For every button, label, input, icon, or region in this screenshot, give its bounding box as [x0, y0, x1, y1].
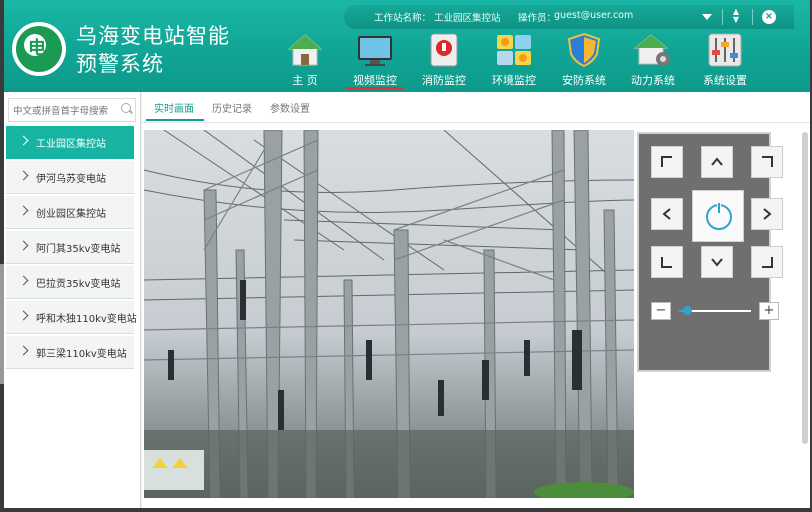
- nav-environment-monitor[interactable]: 环境监控: [481, 32, 547, 90]
- sidebar-item-station[interactable]: 创业园区集控站: [6, 196, 134, 229]
- active-nav-indicator: [346, 87, 404, 90]
- nav-fire-monitor-label: 消防监控: [422, 74, 466, 87]
- scrollbar-thumb[interactable]: [802, 132, 808, 444]
- power-house-icon: [633, 32, 672, 68]
- nav-home[interactable]: 主 页: [272, 32, 338, 90]
- pan-up-button[interactable]: [701, 146, 733, 178]
- user-dropdown-icon[interactable]: [702, 14, 712, 20]
- nav-settings-label: 系统设置: [703, 74, 747, 87]
- view-tabs: 实时画面 历史记录 参数设置: [142, 92, 810, 123]
- nav-power-label: 动力系统: [631, 74, 675, 87]
- logo-mark: 电: [28, 38, 46, 59]
- zoom-slider-handle[interactable]: [682, 306, 692, 315]
- station-sidebar: 工业园区集控站 伊河乌苏变电站 创业园区集控站 阿门其35kv变电站 巴拉贡35…: [4, 92, 141, 508]
- top-info-bar: 工作站名称： 工业园区集控站 操作员： guest@user.com ▲ ▼ ×: [344, 5, 794, 29]
- nav-power[interactable]: 动力系统: [620, 32, 686, 90]
- sidebar-item-label: 郭三梁110kv变电站: [36, 349, 127, 360]
- sidebar-item-station[interactable]: 工业园区集控站: [6, 126, 134, 159]
- station-value: 工业园区集控站: [434, 13, 501, 24]
- search-icon[interactable]: [121, 103, 131, 113]
- ptz-control-panel: − +: [637, 132, 783, 372]
- zoom-slider[interactable]: [679, 306, 751, 315]
- sidebar-item-station[interactable]: 伊河乌苏变电站: [6, 161, 134, 194]
- shield-icon: [565, 32, 603, 68]
- chevron-right-icon: [18, 240, 29, 251]
- active-tab-indicator: [146, 119, 204, 121]
- header-bar: 电 乌海变电站智能 预警系统 工作站名称： 工业园区集控站 操作员： guest…: [4, 0, 810, 92]
- zoom-control: − +: [651, 300, 785, 324]
- nav-video-monitor[interactable]: 视频监控: [342, 32, 408, 90]
- monitor-icon: [356, 32, 394, 68]
- operator-value: guest@user.com: [554, 10, 634, 21]
- nav-security[interactable]: 安防系统: [551, 32, 617, 90]
- weather-icon: [495, 32, 533, 68]
- nav-environment-monitor-label: 环境监控: [492, 74, 536, 87]
- ptz-home-button[interactable]: [692, 190, 744, 242]
- chevron-right-icon: [18, 275, 29, 286]
- vertical-scrollbar[interactable]: [802, 132, 808, 444]
- sidebar-item-label: 呼和木独110kv变电站: [36, 314, 137, 325]
- sidebar-item-station[interactable]: 巴拉贡35kv变电站: [6, 266, 134, 299]
- app-window: 电 乌海变电站智能 预警系统 工作站名称： 工业园区集控站 操作员： guest…: [4, 0, 810, 508]
- close-icon[interactable]: ×: [762, 10, 776, 24]
- chevron-right-icon: [18, 170, 29, 181]
- tab-history[interactable]: 历史记录: [212, 100, 252, 115]
- chevron-right-icon: [18, 135, 29, 146]
- company-logo: 电: [12, 22, 66, 76]
- station-label: 工作站名称：: [374, 13, 432, 24]
- pan-left-button[interactable]: [651, 198, 683, 230]
- nav-home-label: 主 页: [292, 74, 318, 87]
- chevron-right-icon: [18, 310, 29, 321]
- sidebar-item-station[interactable]: 郭三梁110kv变电站: [6, 336, 134, 369]
- window-toggle-icon[interactable]: ▲ ▼: [730, 8, 742, 26]
- fire-alarm-icon: [425, 32, 463, 68]
- home-icon: [286, 32, 324, 68]
- pan-right-button[interactable]: [751, 198, 783, 230]
- nav-video-monitor-label: 视频监控: [353, 74, 397, 87]
- live-video-feed[interactable]: [144, 130, 634, 498]
- app-title-line1: 乌海变电站智能: [76, 24, 230, 48]
- divider: [752, 9, 753, 25]
- power-icon: [706, 202, 732, 230]
- main-panel: 实时画面 历史记录 参数设置 − +: [142, 92, 810, 508]
- sidebar-item-station[interactable]: 阿门其35kv变电站: [6, 231, 134, 264]
- sidebar-item-label: 工业园区集控站: [36, 139, 106, 150]
- app-title-line2: 预警系统: [76, 52, 164, 76]
- chevron-right-icon: [18, 345, 29, 356]
- sidebar-item-label: 阿门其35kv变电站: [36, 244, 121, 255]
- pan-up-right-button[interactable]: [751, 146, 783, 178]
- operator-label: 操作员：: [518, 13, 557, 24]
- sliders-icon: [706, 32, 744, 68]
- app-title: 乌海变电站智能 预警系统: [76, 22, 230, 78]
- substation-camera-image: [144, 130, 634, 498]
- sidebar-item-label: 创业园区集控站: [36, 209, 106, 220]
- chevron-right-icon: [18, 205, 29, 216]
- tab-parameters[interactable]: 参数设置: [270, 100, 310, 115]
- pan-down-right-button[interactable]: [751, 246, 783, 278]
- sidebar-item-label: 巴拉贡35kv变电站: [36, 279, 121, 290]
- zoom-in-button[interactable]: +: [759, 302, 779, 320]
- nav-fire-monitor[interactable]: 消防监控: [411, 32, 477, 90]
- zoom-out-button[interactable]: −: [651, 302, 671, 320]
- pan-up-left-button[interactable]: [651, 146, 683, 178]
- sidebar-item-label: 伊河乌苏变电站: [36, 174, 106, 185]
- nav-settings[interactable]: 系统设置: [692, 32, 758, 90]
- sidebar-item-station[interactable]: 呼和木独110kv变电站: [6, 301, 137, 334]
- nav-security-label: 安防系统: [562, 74, 606, 87]
- station-search: [8, 98, 136, 122]
- pan-down-left-button[interactable]: [651, 246, 683, 278]
- pan-down-button[interactable]: [701, 246, 733, 278]
- station-search-input[interactable]: [9, 101, 121, 122]
- tab-live-view[interactable]: 实时画面: [154, 100, 194, 115]
- divider: [722, 9, 723, 25]
